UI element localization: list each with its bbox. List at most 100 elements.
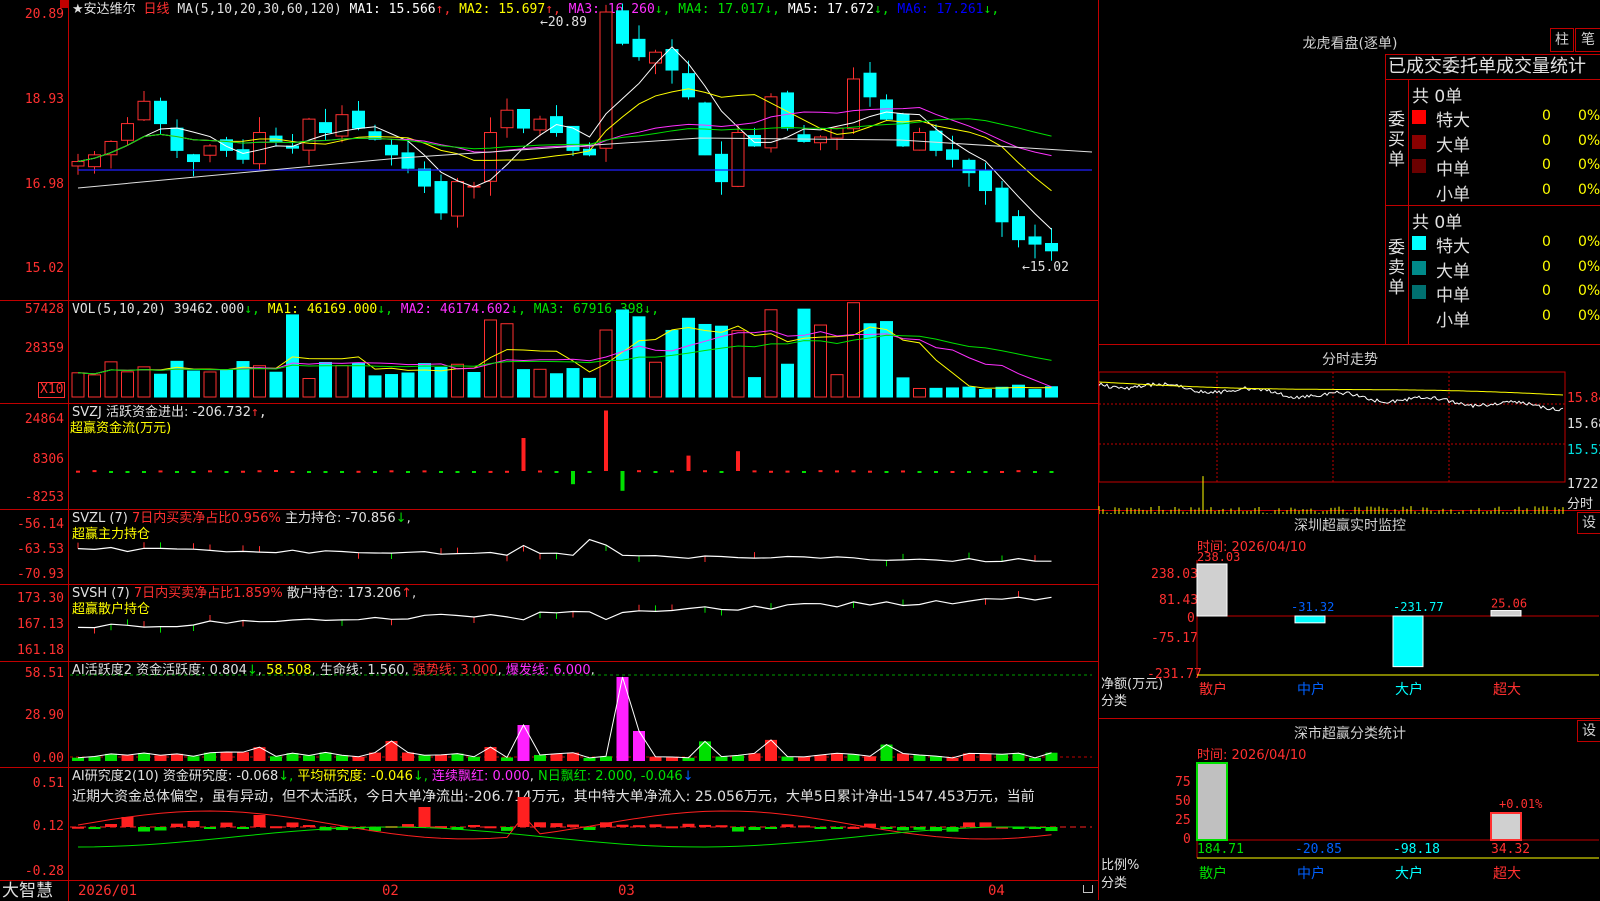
fund-flow-bar [439,471,443,473]
monitor-bar-value: 25.06 [1491,597,1527,611]
research-bar [715,825,728,828]
stat-tabs[interactable]: 已成交委托单成交量统计 [1385,54,1600,80]
brand-label[interactable]: 大智慧 [2,881,53,901]
monitor-category-label: 大户 [1395,681,1423,698]
intraday-panel[interactable]: 分时走势 15.84 15.68 15.52 1722 分时 [1098,344,1600,514]
research-bar [501,827,513,831]
svzl-panel[interactable]: -56.14 -63.53 -70.93 SVZL (7) 7日内买卖净占比0.… [0,509,1098,585]
ai-activity-chart[interactable] [0,661,1098,767]
svsh-line-chart[interactable] [0,584,1098,661]
candle-body [1028,236,1042,245]
research-bar [699,824,711,827]
ai-research-panel[interactable]: 0.51 0.12 -0.28 AI研究度2(10) 资金研究度: -0.068… [0,767,1098,883]
dragon-tiger-panel: 龙虎看盘(逐单) 柱 笔 已成交委托单成交量统计 委买单 共 0单 特大 0 0% 大… [1098,0,1600,345]
activity-bar [270,756,282,761]
classify-bar-value: 184.71 [1197,842,1244,857]
fund-flow-bar [472,471,476,473]
volume-bar [748,377,761,398]
intraday-chart[interactable] [1098,344,1600,514]
sell-swatch-2 [1412,260,1426,275]
svzj-panel[interactable]: 24864 8306 -8253 SVZJ 活跃资金进出: -206.732↑,… [0,403,1098,510]
activity-bar [138,752,150,761]
volume-bar [319,361,332,398]
stat-table: 委买单 共 0单 特大 0 0% 大单 0 0% 中单 0 0% 小单 0 0% 委卖单 共 0单 特… [1385,80,1600,344]
classify-bar-value: 34.32 [1491,842,1530,857]
fund-flow-bar [505,470,509,473]
volume-bar [401,372,415,398]
sell-name-3: 中单 [1436,286,1470,306]
volume-bar [1045,386,1058,398]
fund-flow-bar [604,410,608,471]
main-position-line [77,538,1052,563]
volume-bar [71,372,85,398]
research-bar [798,825,810,828]
activity-bar [732,755,744,761]
volume-bar [665,329,679,398]
classify-bar-value: -20.85 [1295,842,1342,857]
tick-view-button[interactable]: 笔 [1575,28,1600,52]
research-bar [897,827,909,831]
fund-flow-bar [257,470,262,473]
classify-stat-panel[interactable]: 深市超赢分类统计 设 时间: 2026/04/10 75 50 25 0 比例%… [1098,718,1600,900]
research-bar [534,822,546,827]
candlestick-panel[interactable]: 20.89 18.93 16.98 15.02 ★安达维尔 日线 MA(5,10… [0,0,1098,301]
realtime-monitor-panel[interactable]: 深圳超赢实时监控 设 时间: 2026/04/10 238.03 81.43 0… [1098,510,1600,719]
monitor-bar-chart[interactable]: 238.03 散户 -31.32 中户 -231.77 大户 25.06 超大 [1099,510,1600,718]
research-bar [72,826,84,829]
buy-row-4: 小单 0 0% [1410,180,1600,205]
classify-category-label: 散户 [1199,865,1227,882]
ai-activity-panel[interactable]: 58.51 28.90 0.00 AI活跃度2 资金活跃度: 0.804↓, 5… [0,661,1098,768]
volume-bar [352,362,365,398]
buy-pct-2: 0% [1578,132,1600,149]
buy-swatch-4 [1412,183,1426,198]
buy-name-2: 大单 [1436,135,1470,156]
monitor-bar [1196,563,1228,617]
sell-value-1: 0 [1542,234,1551,250]
volume-bar [368,375,382,398]
activity-bar [979,753,992,761]
fund-flow-bar [967,471,971,473]
sell-row-4: 小单 0 0% [1410,306,1600,331]
research-bar [105,824,117,827]
research-bar [831,827,843,829]
fund-flow-bar [274,470,278,473]
high-price-mark: ←20.89 [540,15,587,30]
candle-body [434,181,448,214]
research-bar [220,822,233,827]
ai-research-chart[interactable] [0,767,1098,883]
volume-panel[interactable]: 57428 28359 X10 VOL(5,10,20) 39462.000↓,… [0,300,1098,404]
fund-flow-bar [686,455,691,471]
research-bar [187,821,200,827]
volume-chart[interactable] [0,300,1098,403]
svsh-panel[interactable]: 173.30 167.13 161.18 SVSH (7) 7日内买卖净占比1.… [0,584,1098,662]
activity-bar [649,756,662,761]
activity-bar [187,756,200,761]
fund-flow-bar [92,470,97,473]
svzl-line-chart[interactable] [0,509,1098,584]
fund-flow-bar [868,470,872,473]
svzj-bar-chart[interactable] [0,403,1098,509]
candle-body [946,149,959,160]
candlestick-chart[interactable] [0,0,1098,300]
classify-bar-chart[interactable]: 184.71 散户 -20.85 中户 -98.18 大户 34.32 超大 [1099,718,1600,900]
research-bar [963,822,975,827]
candle-body [253,132,266,165]
fund-flow-bar [224,471,229,473]
buy-value-4: 0 [1542,181,1551,198]
research-bar [781,824,794,827]
date-mar: 03 [618,883,635,899]
fund-flow-bar [769,470,773,473]
bar-view-button[interactable]: 柱 [1550,28,1574,52]
candle-body [418,168,431,187]
volume-bar [170,360,184,398]
research-bar [567,824,579,827]
monitor-bar-value: -231.77 [1393,600,1444,614]
volume-bar [434,366,448,398]
classify-bar [1490,812,1522,841]
lock-icon[interactable] [1083,885,1093,893]
volume-bar [121,371,134,398]
volume-bar [517,369,530,398]
sell-value-2: 0 [1542,258,1551,275]
fund-flow-bar [1033,471,1037,473]
candle-body [995,187,1009,223]
